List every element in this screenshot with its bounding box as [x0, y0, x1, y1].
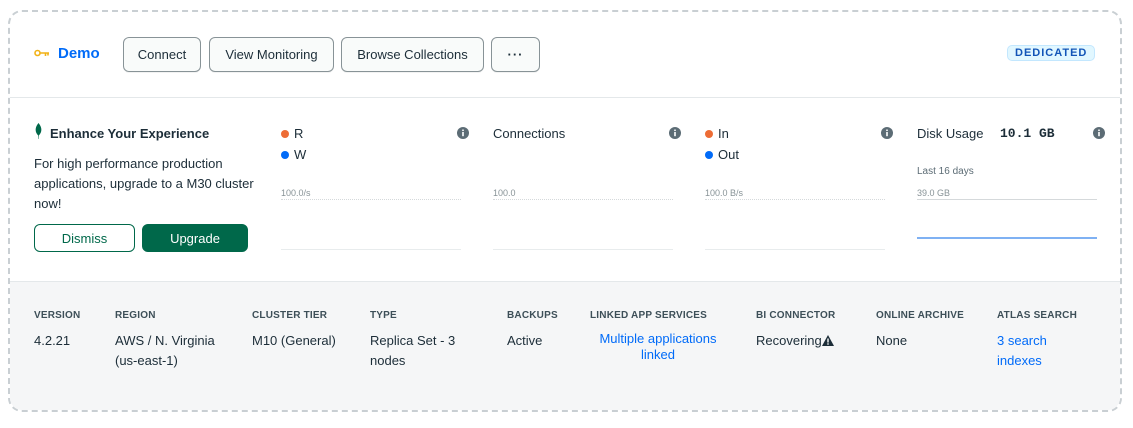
ellipsis-icon: ··· [507, 47, 524, 62]
info-icon[interactable] [881, 127, 893, 139]
cluster-card: Demo Connect View Monitoring Browse Coll… [8, 10, 1122, 412]
info-icon[interactable] [457, 127, 469, 139]
chart-gridline [917, 199, 1097, 200]
region-value: AWS / N. Virginia (us-east-1) [115, 333, 215, 368]
backups-column: BACKUPS Active [507, 310, 587, 351]
tier-column: CLUSTER TIER M10 (General) [252, 310, 362, 351]
connections-title: Connections [493, 126, 566, 141]
legend-read: R [281, 126, 303, 141]
browse-collections-button[interactable]: Browse Collections [341, 37, 484, 72]
cluster-name-link[interactable]: Demo [58, 45, 100, 62]
chart-baseline [493, 249, 673, 250]
dot-icon [281, 129, 289, 138]
type-label: TYPE [370, 310, 397, 321]
bi-connector-status: Recovering [756, 331, 866, 351]
type-column: TYPE Replica Set - 3 nodes [370, 310, 478, 371]
disk-title: Disk Usage [917, 126, 984, 141]
app-services-label: LINKED APP SERVICES [590, 310, 707, 321]
dot-icon [281, 150, 289, 159]
archive-label: ONLINE ARCHIVE [876, 310, 964, 321]
leaf-icon [35, 123, 42, 139]
tier-label: CLUSTER TIER [252, 310, 328, 321]
chart-gridline [705, 199, 885, 200]
legend-read-label: R [294, 126, 304, 141]
backups-value: Active [507, 333, 543, 348]
disk-period: Last 16 days [917, 166, 974, 177]
cluster-header: Demo Connect View Monitoring Browse Coll… [10, 12, 1120, 98]
disk-value: 10.1 GB [1000, 126, 1055, 141]
legend-out-label: Out [718, 147, 739, 162]
chart-max-label: 100.0 [493, 188, 516, 198]
info-icon[interactable] [669, 127, 681, 139]
dot-icon [705, 129, 713, 138]
search-indexes-link[interactable]: 3 search indexes [997, 331, 1067, 371]
legend-in-label: In [718, 126, 729, 141]
app-services-link[interactable]: Multiple applications linked [590, 331, 726, 363]
backups-label: BACKUPS [507, 310, 558, 321]
dot-icon [705, 150, 713, 159]
chart-gridline [493, 199, 673, 200]
cluster-details: VERSION 4.2.21 REGION AWS / N. Virginia … [10, 281, 1120, 410]
dismiss-button[interactable]: Dismiss [34, 224, 135, 252]
network-metric-panel[interactable]: In Out 100.0 B/s [705, 124, 893, 254]
disk-usage-line [917, 237, 1097, 239]
bi-connector-column: BI CONNECTOR Recovering [756, 310, 866, 351]
disk-metric-panel[interactable]: Disk Usage 10.1 GB Last 16 days 39.0 GB [917, 124, 1105, 254]
more-options-button[interactable]: ··· [491, 37, 540, 72]
region-label: REGION [115, 310, 156, 321]
connections-metric-panel[interactable]: Connections 100.0 [493, 124, 681, 254]
legend-write-label: W [294, 147, 307, 162]
rw-metric-panel[interactable]: R W 100.0/s [281, 124, 469, 254]
legend-write: W [281, 147, 306, 162]
promo-text: For high performance production applicat… [34, 156, 254, 211]
view-monitoring-button[interactable]: View Monitoring [209, 37, 334, 72]
chart-max-label: 100.0 B/s [705, 188, 744, 198]
bi-connector-label: BI CONNECTOR [756, 310, 836, 321]
version-value: 4.2.21 [34, 333, 71, 348]
version-column: VERSION 4.2.21 [34, 310, 104, 351]
warning-icon[interactable] [821, 335, 834, 346]
app-services-column: LINKED APP SERVICES Multiple application… [590, 310, 740, 363]
archive-value: None [876, 333, 908, 348]
region-column: REGION AWS / N. Virginia (us-east-1) [115, 310, 215, 371]
info-icon[interactable] [1093, 127, 1105, 139]
legend-in: In [705, 126, 729, 141]
chart-gridline [281, 199, 461, 200]
key-icon [34, 49, 49, 57]
type-value: Replica Set - 3 nodes [370, 333, 456, 368]
chart-max-label: 39.0 GB [917, 188, 951, 198]
dedicated-badge: DEDICATED [1007, 45, 1096, 61]
chart-max-label: 100.0/s [281, 188, 311, 198]
archive-column: ONLINE ARCHIVE None [876, 310, 986, 351]
search-column: ATLAS SEARCH 3 search indexes [997, 310, 1087, 371]
search-label: ATLAS SEARCH [997, 310, 1077, 321]
upgrade-button[interactable]: Upgrade [142, 224, 248, 252]
chart-baseline [281, 249, 461, 250]
promo-title: Enhance Your Experience [50, 126, 210, 141]
version-label: VERSION [34, 310, 81, 321]
tier-value: M10 (General) [252, 333, 336, 348]
legend-out: Out [705, 147, 739, 162]
connect-button[interactable]: Connect [123, 37, 201, 72]
bi-connector-value: Recovering [756, 333, 822, 348]
chart-baseline [705, 249, 885, 250]
